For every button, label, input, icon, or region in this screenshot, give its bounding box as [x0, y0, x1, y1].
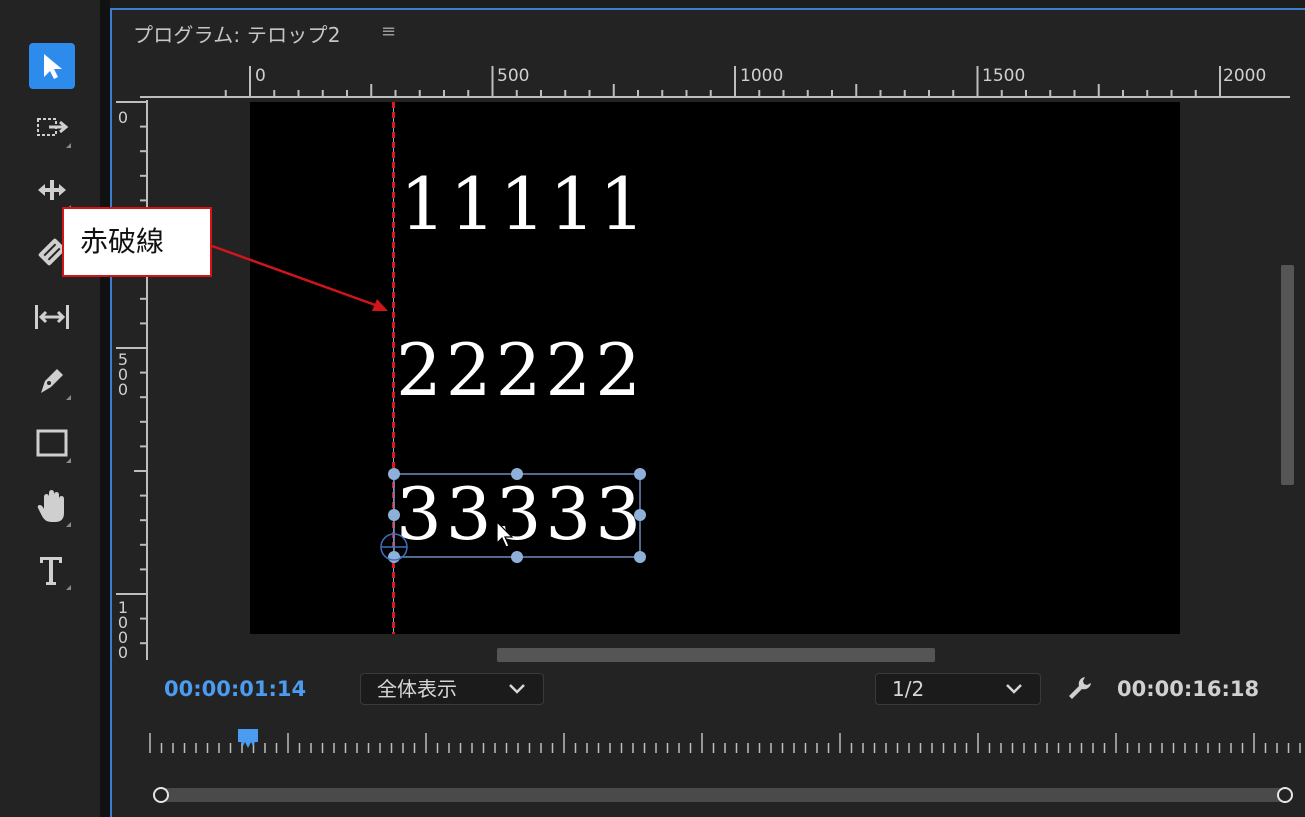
mouse-cursor-icon: [496, 520, 514, 548]
zoom-level-select[interactable]: 全体表示: [360, 673, 544, 705]
wrench-icon[interactable]: [1066, 674, 1094, 702]
playhead-marker[interactable]: [237, 728, 259, 750]
ruler-label: 1000: [740, 66, 784, 86]
rectangle-icon: [36, 429, 68, 457]
ruler-label: 1500: [982, 66, 1026, 86]
ruler-label: 0: [117, 108, 129, 127]
type-icon: [40, 557, 62, 585]
range-end-handle[interactable]: [1277, 787, 1293, 803]
type-tool[interactable]: [29, 547, 75, 593]
title-text-line-2[interactable]: 22222: [396, 330, 645, 410]
title-text-line-1[interactable]: 11111: [400, 164, 649, 244]
resolution-value: 1/2: [892, 677, 925, 701]
horizontal-ruler: [140, 66, 1290, 98]
pen-icon: [41, 369, 63, 393]
chevron-down-icon: [509, 684, 525, 694]
chevron-down-icon: [1006, 684, 1022, 694]
slip-icon: [35, 305, 69, 329]
duration-timecode: 00:00:16:18: [1117, 677, 1260, 701]
panel-title[interactable]: プログラム: テロップ2: [133, 19, 341, 48]
program-canvas[interactable]: 11111 22222 33333: [250, 102, 1180, 634]
playback-resolution-select[interactable]: 1/2: [875, 673, 1041, 705]
ripple-edit-icon: [38, 180, 66, 200]
tools-panel: [0, 0, 100, 817]
slip-tool[interactable]: [29, 294, 75, 340]
ruler-label: 500: [497, 66, 530, 86]
rectangle-tool[interactable]: [29, 420, 75, 466]
pen-tool[interactable]: [29, 357, 75, 403]
range-start-handle[interactable]: [153, 787, 169, 803]
hamburger-icon[interactable]: ≡: [381, 21, 396, 42]
hand-icon: [37, 490, 64, 522]
hand-tool[interactable]: [29, 484, 75, 530]
mini-timeline-ruler[interactable]: [140, 725, 1305, 765]
ruler-label: 2000: [1223, 66, 1267, 86]
track-select-icon: [37, 118, 69, 136]
ruler-label: 1000: [117, 598, 129, 662]
track-select-tool[interactable]: [29, 105, 75, 151]
arrow-cursor-icon: [44, 54, 62, 79]
zoom-range-bar[interactable]: [160, 788, 1286, 802]
callout-label: 赤破線: [62, 207, 212, 277]
selection-tool[interactable]: [29, 43, 75, 89]
ruler-label: 500: [117, 350, 129, 399]
horizontal-scrollbar[interactable]: [497, 648, 935, 662]
zoom-level-value: 全体表示: [377, 677, 457, 701]
current-timecode[interactable]: 00:00:01:14: [164, 677, 306, 701]
ruler-label: 0: [255, 66, 266, 86]
vertical-scrollbar[interactable]: [1281, 265, 1294, 485]
panel-divider: [100, 0, 110, 817]
